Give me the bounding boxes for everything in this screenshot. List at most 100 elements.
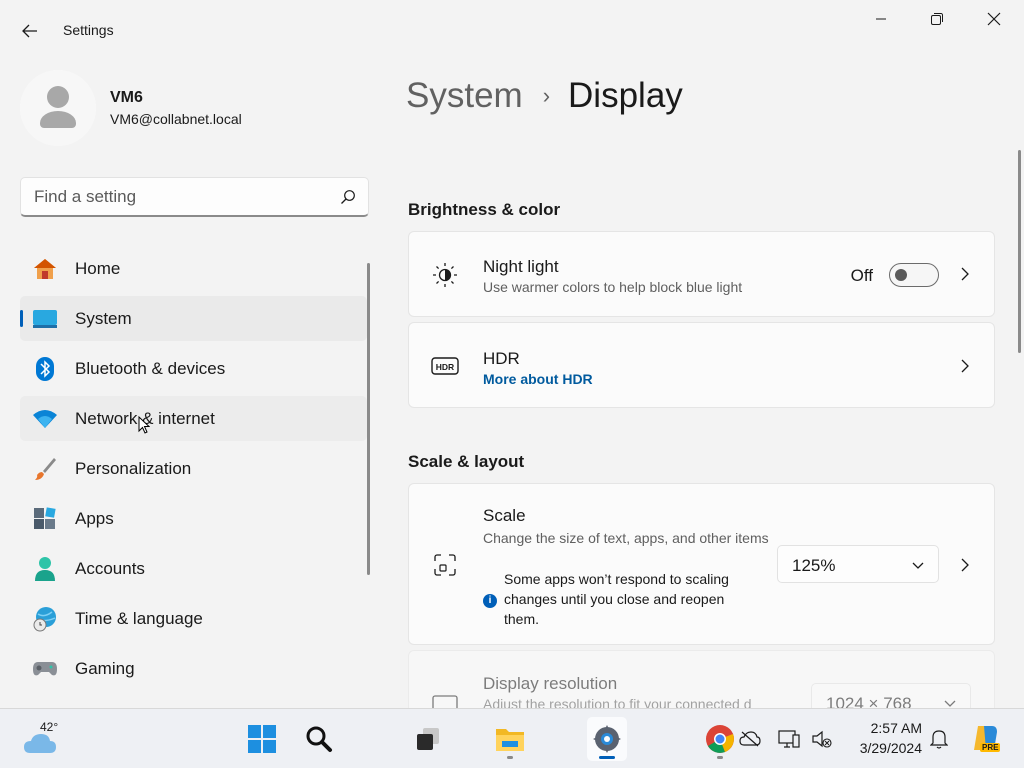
hdr-icon: HDR	[431, 352, 459, 380]
profile-name: VM6	[110, 89, 143, 106]
toggle-knob	[895, 269, 907, 281]
breadcrumb-separator: ›	[542, 83, 551, 108]
sidebar-nav: Home System Bluetooth & devices Network …	[20, 246, 367, 696]
sidebar-item-label: Time & language	[75, 608, 203, 628]
restore-icon	[931, 13, 943, 25]
hdr-title: HDR	[483, 349, 520, 368]
avatar[interactable]	[20, 70, 96, 146]
display-resolution-title: Display resolution	[483, 674, 618, 693]
selection-indicator	[20, 310, 23, 327]
chevron-right-icon[interactable]	[958, 359, 972, 373]
app-title: Settings	[63, 22, 114, 38]
sidebar-item-gaming[interactable]: Gaming	[20, 646, 367, 691]
night-light-toggle[interactable]	[889, 263, 939, 287]
minimize-button[interactable]	[858, 4, 904, 34]
sidebar-item-label: Bluetooth & devices	[75, 358, 226, 378]
file-explorer-button[interactable]	[490, 717, 530, 761]
scale-icon	[431, 551, 459, 579]
sidebar-item-system[interactable]: System	[20, 296, 367, 341]
sidebar-item-accounts[interactable]: Accounts	[20, 546, 367, 591]
sidebar-item-bluetooth[interactable]: Bluetooth & devices	[20, 346, 367, 391]
sidebar-item-home[interactable]: Home	[20, 246, 367, 291]
clock-date: 3/29/2024	[859, 740, 922, 756]
bluetooth-icon	[32, 356, 58, 382]
sidebar-item-network[interactable]: Network & internet	[20, 396, 367, 441]
search-input[interactable]	[34, 187, 324, 207]
night-light-card[interactable]: Night light Use warmer colors to help bl…	[408, 231, 995, 317]
info-icon: i	[483, 594, 497, 608]
taskbar: 42° 2:57 AM 3/29/2024 PRE	[0, 708, 1024, 768]
sidebar-item-personalization[interactable]: Personalization	[20, 446, 367, 491]
chevron-right-icon[interactable]	[958, 267, 972, 281]
chevron-right-icon[interactable]	[958, 558, 972, 572]
restore-button[interactable]	[914, 4, 960, 34]
hdr-card[interactable]: HDR HDR More about HDR	[408, 322, 995, 408]
more-about-hdr-link[interactable]: More about HDR	[483, 371, 593, 387]
volume-muted-icon[interactable]	[810, 727, 834, 751]
svg-text:HDR: HDR	[436, 362, 454, 372]
brush-icon	[32, 456, 58, 482]
chrome-button[interactable]	[700, 717, 740, 761]
sidebar-item-label: Apps	[75, 508, 114, 528]
scale-dropdown[interactable]: 125%	[777, 545, 939, 583]
scale-dropdown-value: 125%	[792, 556, 836, 575]
globe-clock-icon	[32, 606, 58, 632]
sidebar-item-label: Personalization	[75, 458, 192, 478]
scale-note: Some apps won’t respond to scaling chang…	[504, 571, 729, 627]
sidebar-item-label: System	[75, 308, 132, 328]
task-view-icon	[417, 728, 439, 750]
network-icon[interactable]	[777, 727, 801, 751]
gear-icon	[593, 725, 621, 753]
section-header-brightness: Brightness & color	[408, 200, 561, 219]
onedrive-icon[interactable]	[738, 727, 762, 751]
close-icon	[987, 12, 1001, 26]
system-icon	[32, 306, 58, 332]
profile-email: VM6@collabnet.local	[110, 111, 242, 127]
sidebar-scrollbar[interactable]	[367, 263, 370, 575]
breadcrumb: System › Display	[406, 73, 683, 119]
scale-subtitle: Change the size of text, apps, and other…	[483, 530, 769, 546]
breadcrumb-parent[interactable]: System	[406, 76, 523, 116]
chevron-down-icon	[912, 562, 924, 569]
search-icon[interactable]	[340, 189, 356, 205]
taskbar-search-button[interactable]	[299, 717, 339, 761]
night-light-subtitle: Use warmer colors to help block blue lig…	[483, 279, 743, 295]
sidebar-item-apps[interactable]: Apps	[20, 496, 367, 541]
scale-card[interactable]: Scale Change the size of text, apps, and…	[408, 483, 995, 645]
sidebar-item-label: Accounts	[75, 558, 145, 578]
notification-bell-icon[interactable]	[927, 727, 951, 751]
accounts-icon	[32, 556, 58, 582]
mouse-cursor-icon	[138, 416, 150, 434]
chrome-icon	[706, 725, 734, 753]
weather-widget[interactable]: 42°	[22, 719, 66, 759]
apps-icon	[32, 506, 58, 532]
task-view-button[interactable]	[408, 717, 448, 761]
sidebar-item-label: Home	[75, 258, 121, 278]
main-scrollbar[interactable]	[1018, 150, 1021, 353]
title-bar: Settings	[0, 0, 1024, 62]
settings-taskbar-button[interactable]	[587, 717, 627, 761]
windows-logo-icon	[248, 725, 276, 753]
night-light-title: Night light	[483, 257, 559, 276]
page-title: Display	[568, 76, 683, 115]
section-header-scale-layout: Scale & layout	[408, 452, 525, 471]
pre-badge: PRE	[980, 743, 1001, 752]
search-box[interactable]	[20, 177, 369, 217]
folder-icon	[496, 729, 524, 751]
close-button[interactable]	[971, 4, 1017, 34]
running-indicator	[507, 756, 513, 759]
back-arrow-icon	[22, 24, 37, 38]
wifi-icon	[32, 406, 58, 432]
minimize-icon	[876, 18, 886, 20]
active-indicator	[599, 756, 615, 759]
weather-temperature: 42°	[40, 720, 59, 734]
running-indicator	[717, 756, 723, 759]
night-light-icon	[431, 261, 459, 289]
back-button[interactable]	[14, 16, 46, 46]
home-icon	[32, 256, 58, 282]
clock-time: 2:57 AM	[870, 720, 922, 736]
scale-title: Scale	[483, 506, 526, 525]
sidebar-item-time-language[interactable]: Time & language	[20, 596, 367, 641]
start-button[interactable]	[242, 717, 282, 761]
search-icon	[306, 726, 332, 752]
